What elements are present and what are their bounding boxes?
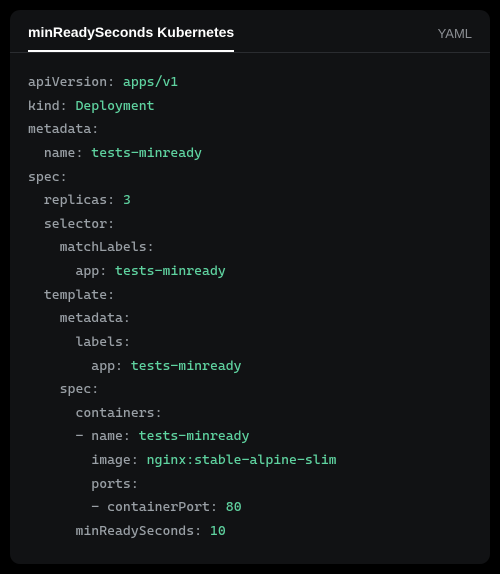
yaml-key: labels	[75, 334, 122, 350]
yaml-key: name	[44, 145, 76, 161]
yaml-key: app	[75, 263, 99, 279]
yaml-value: tests-minready	[131, 358, 242, 374]
yaml-key: template	[44, 287, 107, 303]
tab-active[interactable]: minReadySeconds Kubernetes	[28, 24, 234, 52]
yaml-key: image	[91, 452, 131, 468]
yaml-value: 10	[210, 523, 226, 539]
yaml-key: metadata	[60, 310, 123, 326]
yaml-key: selector	[44, 216, 107, 232]
yaml-value: tests-minready	[115, 263, 226, 279]
yaml-key: apiVersion	[28, 74, 107, 90]
yaml-value: apps/v1	[123, 74, 178, 90]
yaml-value: 80	[226, 499, 242, 515]
yaml-value: tests-minready	[91, 145, 202, 161]
yaml-key: spec	[60, 381, 92, 397]
yaml-key: kind	[28, 98, 60, 114]
code-panel: minReadySeconds Kubernetes YAML apiVersi…	[10, 10, 490, 564]
yaml-key: spec	[28, 169, 60, 185]
yaml-key: containers	[75, 405, 154, 421]
yaml-key: app	[91, 358, 115, 374]
yaml-key: name	[91, 428, 123, 444]
yaml-key: replicas	[44, 192, 107, 208]
yaml-key: metadata	[28, 121, 91, 137]
yaml-key: minReadySeconds	[75, 523, 194, 539]
yaml-key: ports	[91, 476, 131, 492]
panel-header: minReadySeconds Kubernetes YAML	[10, 10, 490, 52]
yaml-key: containerPort	[107, 499, 210, 515]
language-label: YAML	[438, 26, 472, 51]
code-block: apiVersion: apps/v1 kind: Deployment met…	[10, 53, 490, 564]
yaml-value: tests-minready	[139, 428, 250, 444]
yaml-value: nginx:stable-alpine-slim	[147, 452, 337, 468]
yaml-key: matchLabels	[60, 239, 147, 255]
yaml-value: 3	[123, 192, 131, 208]
yaml-value: Deployment	[75, 98, 154, 114]
